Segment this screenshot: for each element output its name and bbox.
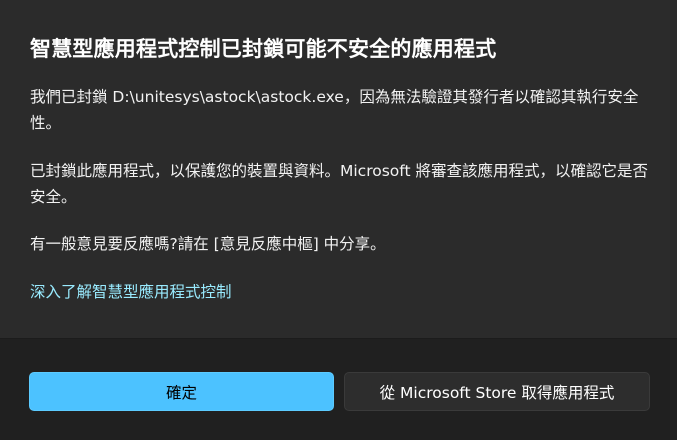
dialog-title: 智慧型應用程式控制已封鎖可能不安全的應用程式 <box>30 37 497 61</box>
dialog-footer: 確定 從 Microsoft Store 取得應用程式 <box>0 338 677 440</box>
smart-app-control-dialog: 智慧型應用程式控制已封鎖可能不安全的應用程式 我們已封鎖 D:\unitesys… <box>0 0 677 440</box>
learn-more-link[interactable]: 深入了解智慧型應用程式控制 <box>30 279 232 305</box>
feedback-message: 有一般意見要反應嗎?請在 [意見反應中樞] 中分享。 <box>30 235 386 253</box>
get-app-from-store-button[interactable]: 從 Microsoft Store 取得應用程式 <box>344 372 650 411</box>
blocked-app-message: 我們已封鎖 D:\unitesys\astock\astock.exe，因為無法… <box>30 88 639 132</box>
ok-button[interactable]: 確定 <box>29 372 334 411</box>
protection-message: 已封鎖此應用程式，以保護您的裝置與資料。Microsoft 將審查該應用程式，以… <box>30 162 648 206</box>
dialog-content: 智慧型應用程式控制已封鎖可能不安全的應用程式 我們已封鎖 D:\unitesys… <box>0 0 677 338</box>
